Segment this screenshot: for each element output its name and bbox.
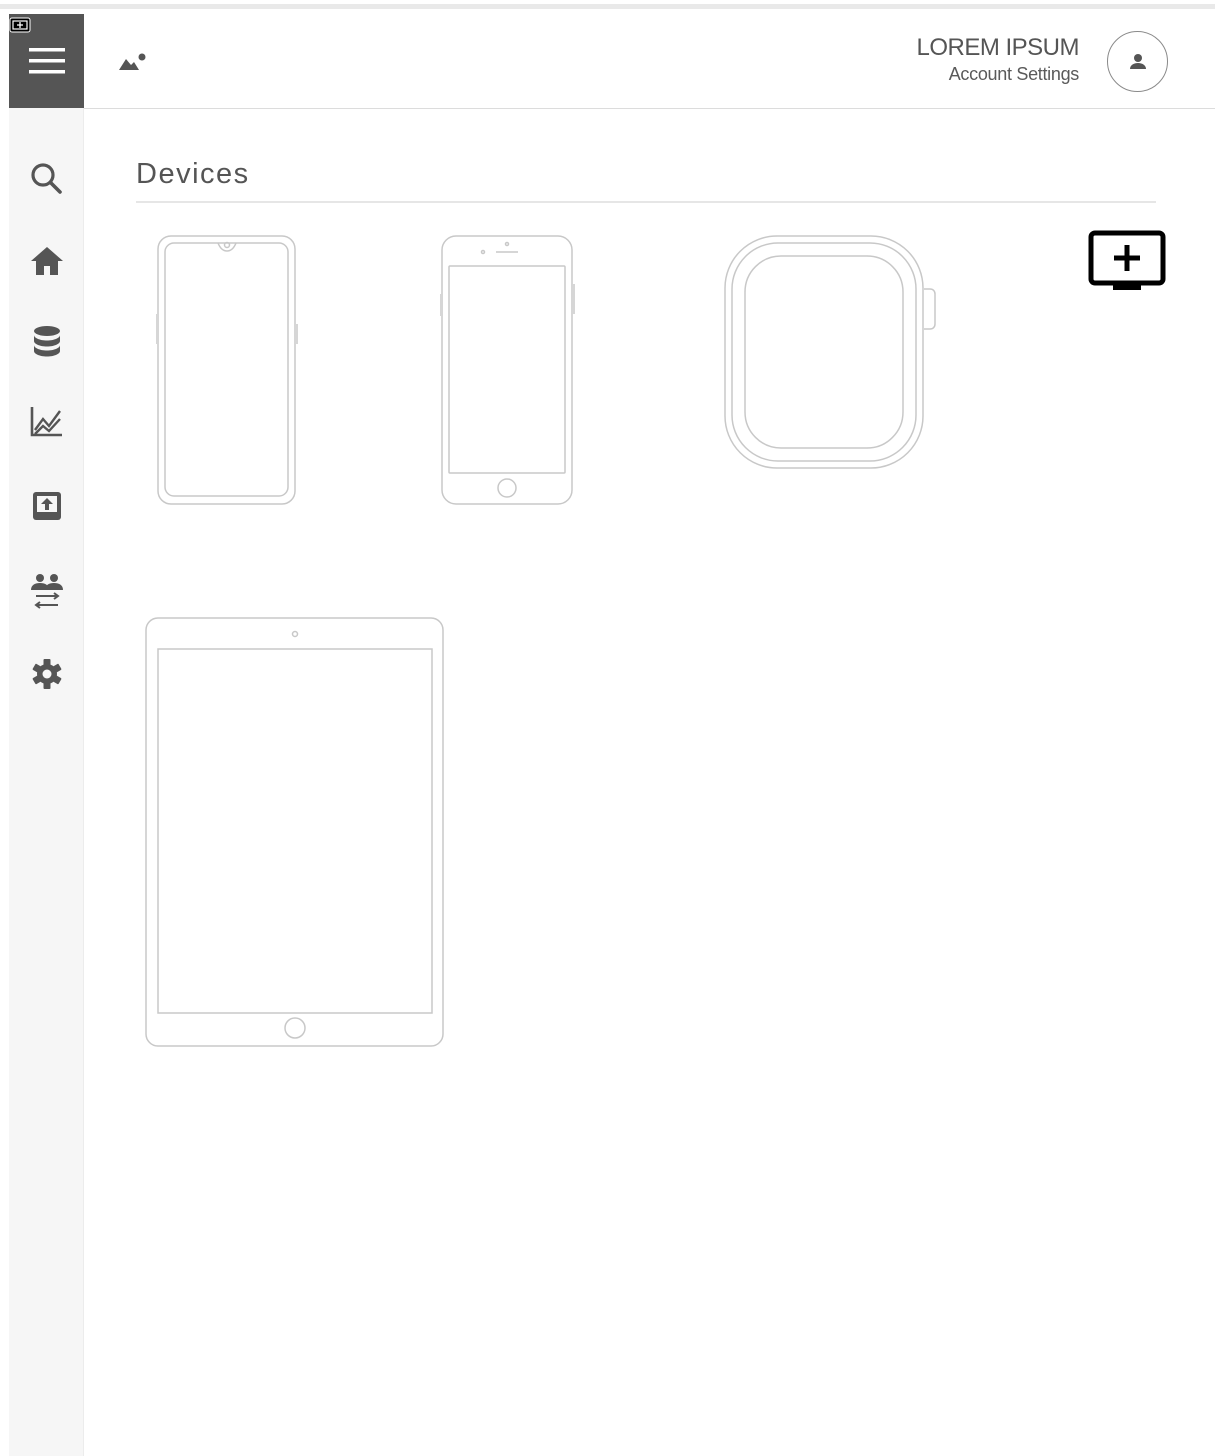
chart-icon [30,407,62,437]
upload-icon [32,492,61,520]
title-divider [136,201,1156,203]
sidebar-item-settings[interactable] [9,644,84,704]
smartwatch-icon [724,235,936,469]
sidebar [9,14,84,1456]
account-menu[interactable]: LOREM IPSUM Account Settings [916,34,1079,86]
screen-badge-icon [9,17,31,33]
search-icon [30,163,62,194]
device-tablet[interactable] [144,616,446,1049]
page-title: Devices [136,158,250,190]
sidebar-item-analytics[interactable] [9,391,84,451]
window-top-strip [0,0,1215,9]
top-header: LOREM IPSUM Account Settings [84,14,1215,109]
sidebar-item-upload[interactable] [9,476,84,536]
database-icon [33,326,60,357]
device-smartwatch[interactable] [723,234,939,472]
add-device-button[interactable] [1087,229,1167,293]
tablet-icon [145,617,444,1047]
menu-button[interactable] [9,14,84,108]
device-iphone[interactable] [440,234,576,507]
user-name: LOREM IPSUM [916,34,1079,61]
sidebar-item-search[interactable] [9,149,84,209]
iphone-icon [440,235,575,505]
gear-icon [32,659,61,689]
hamburger-icon [28,48,65,74]
sidebar-item-users[interactable] [9,560,84,620]
account-settings-link[interactable]: Account Settings [916,62,1080,86]
sidebar-item-home[interactable] [9,231,84,291]
home-icon [30,247,63,275]
android-phone-icon [156,235,298,505]
avatar[interactable] [1107,31,1168,92]
sidebar-item-database[interactable] [9,311,84,371]
add-device-icon [1088,230,1166,290]
device-android-phone[interactable] [156,234,298,507]
users-transfer-icon [30,574,63,609]
user-icon [1129,53,1146,69]
image-icon [119,53,146,70]
